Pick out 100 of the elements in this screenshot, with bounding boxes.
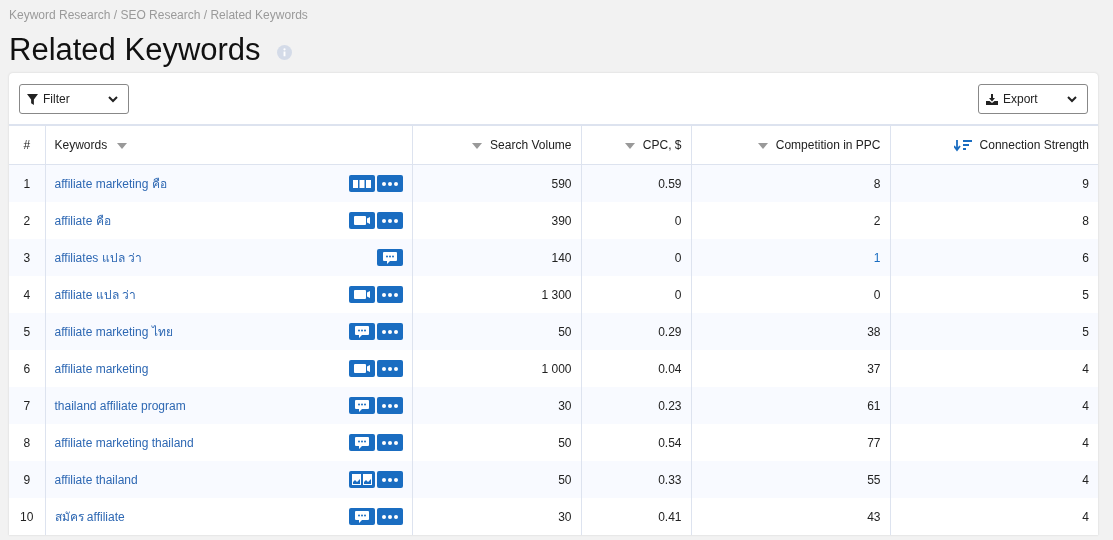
table-cell: 50 — [412, 461, 581, 498]
chat-bubble-icon — [354, 436, 369, 449]
table-cell: 0.29 — [581, 313, 691, 350]
serp-feature-button[interactable] — [348, 360, 375, 377]
table-cell: 8 — [691, 164, 890, 202]
page-title: Related Keywords — [9, 31, 261, 68]
serp-feature-button[interactable] — [348, 471, 375, 488]
serp-feature-button[interactable] — [348, 212, 375, 229]
chat-bubble-icon — [354, 399, 369, 412]
table-cell: 30 — [412, 387, 581, 424]
more-icon — [381, 292, 398, 297]
row-number: 5 — [9, 313, 45, 350]
table-cell: 0.33 — [581, 461, 691, 498]
chat-bubble-icon — [354, 325, 369, 338]
keyword-link[interactable]: affiliate marketing ไทย — [54, 322, 173, 341]
row-number: 10 — [9, 498, 45, 535]
column-header[interactable]: Connection Strength — [890, 126, 1098, 165]
more-button[interactable] — [376, 175, 403, 192]
sort-icon — [472, 142, 483, 149]
sort-descending-icon — [953, 139, 972, 152]
row-number: 1 — [9, 164, 45, 202]
table-cell: 4 — [890, 461, 1098, 498]
more-button[interactable] — [376, 397, 403, 414]
serp-feature-button[interactable] — [348, 434, 375, 451]
keyword-link[interactable]: thailand affiliate program — [54, 398, 186, 413]
table-cell: 61 — [691, 387, 890, 424]
table-cell: 0.23 — [581, 387, 691, 424]
video-camera-icon — [353, 364, 370, 373]
more-button[interactable] — [376, 323, 403, 340]
serp-feature-button[interactable] — [376, 249, 403, 266]
table-cell: 0.59 — [581, 164, 691, 202]
table-cell: 0.41 — [581, 498, 691, 535]
table-cell: 0 — [581, 239, 691, 276]
video-camera-icon — [353, 216, 370, 225]
more-button[interactable] — [376, 360, 403, 377]
column-header[interactable]: Keywords — [45, 126, 412, 165]
more-icon — [381, 403, 398, 408]
table-cell: 140 — [412, 239, 581, 276]
column-header[interactable]: Competition in PPC — [691, 126, 890, 165]
serp-feature-button[interactable] — [348, 397, 375, 414]
row-number: 6 — [9, 350, 45, 387]
video-camera-icon — [353, 290, 370, 299]
sort-icon — [117, 142, 128, 149]
keyword-link[interactable]: affiliate แปล ว่า — [54, 285, 136, 304]
keyword-link[interactable]: affiliate marketing — [54, 361, 149, 376]
column-header[interactable]: CPC, $ — [581, 126, 691, 165]
download-icon — [986, 93, 998, 105]
keyword-link[interactable]: affiliate คือ — [54, 211, 111, 230]
keyword-link[interactable]: affiliate marketing คือ — [54, 174, 167, 193]
chat-bubble-icon — [354, 510, 369, 523]
chevron-icon — [108, 95, 118, 103]
table-cell: 1 — [691, 239, 890, 276]
keyword-link[interactable]: affiliates แปล ว่า — [54, 248, 142, 267]
more-button[interactable] — [376, 471, 403, 488]
more-button[interactable] — [376, 286, 403, 303]
table-cell: 590 — [412, 164, 581, 202]
export-dropdown[interactable]: Export — [978, 84, 1088, 114]
keyword-link[interactable]: สมัคร affiliate — [54, 507, 125, 526]
row-number: 7 — [9, 387, 45, 424]
column-header[interactable]: Search Volume — [412, 126, 581, 165]
table-cell: 50 — [412, 313, 581, 350]
more-icon — [381, 477, 398, 482]
row-number: 4 — [9, 276, 45, 313]
row-number: 8 — [9, 424, 45, 461]
serp-feature-button[interactable] — [348, 323, 375, 340]
sort-icon — [757, 142, 768, 149]
more-icon — [381, 440, 398, 445]
columns-icon — [352, 179, 371, 188]
serp-feature-button[interactable] — [348, 175, 375, 192]
more-icon — [381, 366, 398, 371]
table-cell: 38 — [691, 313, 890, 350]
filter-dropdown[interactable]: Filter — [19, 84, 129, 114]
table-cell: 43 — [691, 498, 890, 535]
table-cell: 9 — [890, 164, 1098, 202]
breadcrumb: Keyword Research / SEO Research / Related Keywords — [9, 8, 308, 24]
table-cell: 4 — [890, 498, 1098, 535]
filter-icon — [27, 93, 38, 105]
table-cell: 6 — [890, 239, 1098, 276]
more-icon — [381, 181, 398, 186]
table-cell: 5 — [890, 313, 1098, 350]
table-cell: 4 — [890, 387, 1098, 424]
serp-feature-button[interactable] — [348, 508, 375, 525]
keyword-link[interactable]: affiliate marketing thailand — [54, 435, 194, 450]
chevron-icon — [1067, 95, 1077, 103]
serp-feature-button[interactable] — [348, 286, 375, 303]
sort-icon — [624, 142, 635, 149]
keyword-link[interactable]: affiliate thailand — [54, 472, 138, 487]
chat-bubble-icon — [382, 251, 397, 264]
more-button[interactable] — [376, 508, 403, 525]
more-icon — [381, 329, 398, 334]
more-button[interactable] — [376, 434, 403, 451]
row-number: 2 — [9, 202, 45, 239]
more-icon — [381, 218, 398, 223]
more-button[interactable] — [376, 212, 403, 229]
more-icon — [381, 514, 398, 519]
images-icon — [351, 474, 372, 485]
table-cell: 55 — [691, 461, 890, 498]
row-number: 3 — [9, 239, 45, 276]
column-header[interactable]: # — [9, 126, 45, 165]
row-number: 9 — [9, 461, 45, 498]
